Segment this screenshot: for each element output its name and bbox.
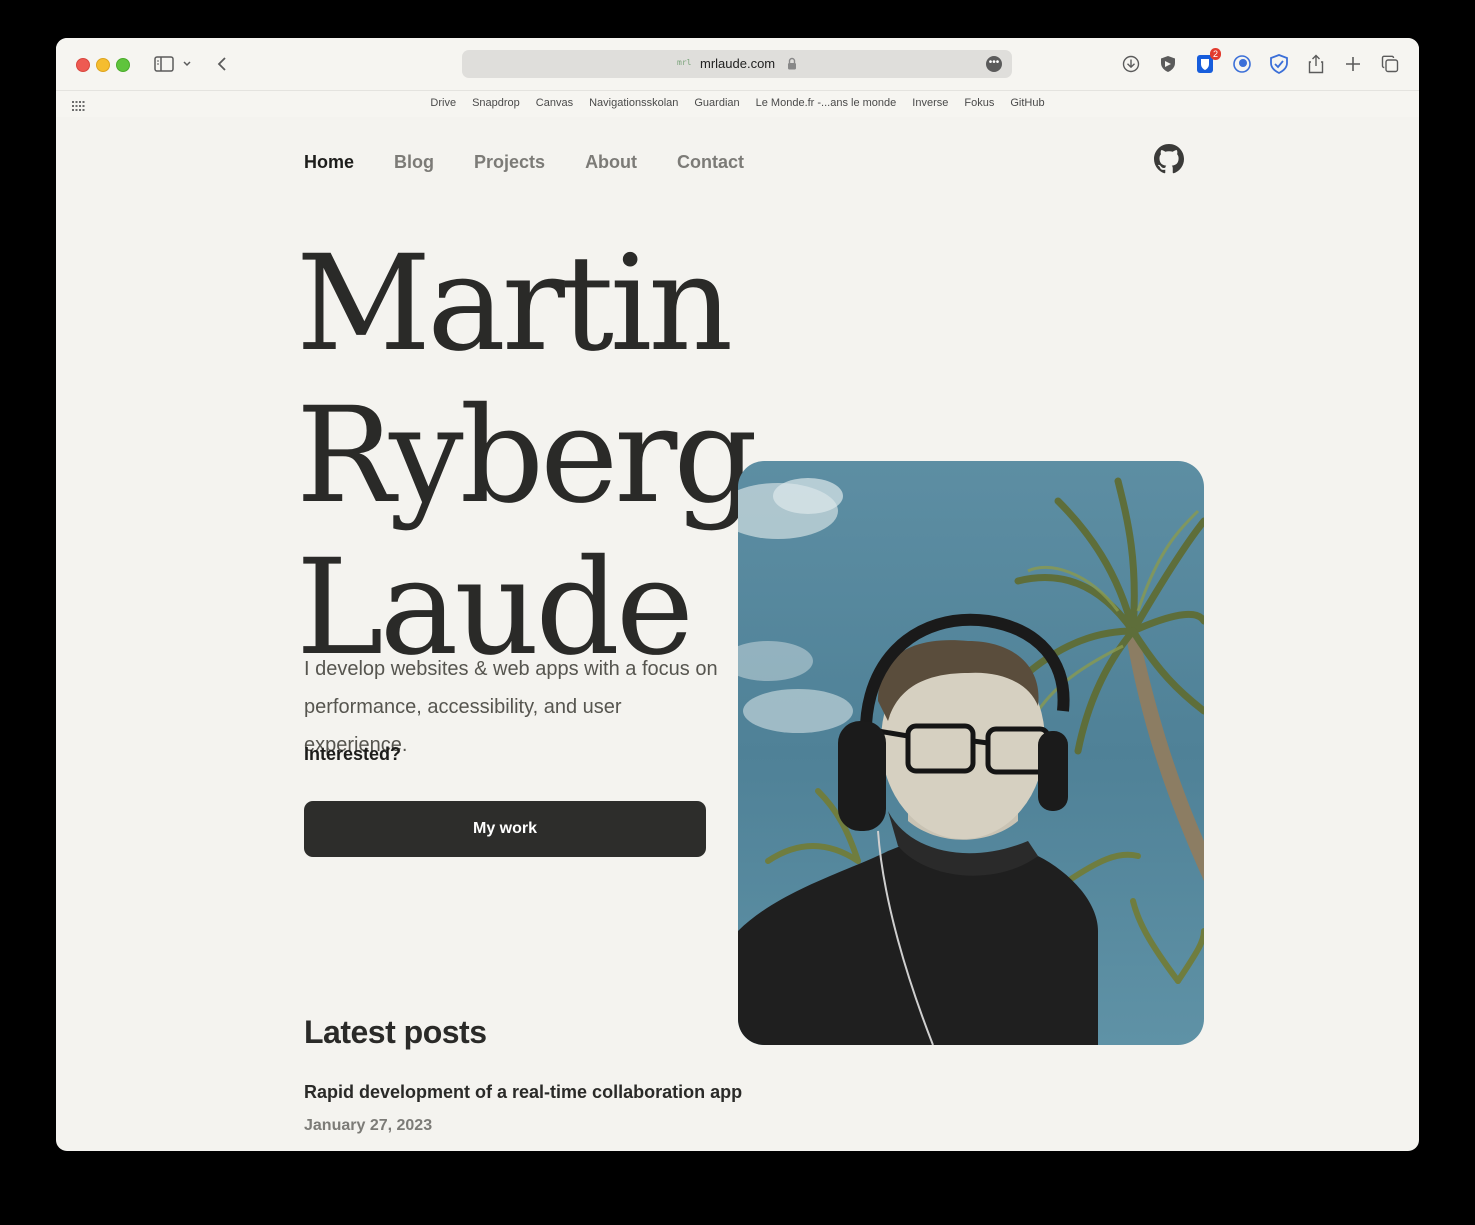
post-date: January 27, 2023 [304, 1117, 433, 1134]
nav-home[interactable]: Home [304, 152, 354, 173]
latest-posts-heading: Latest posts [304, 1014, 487, 1050]
browser-window: mrl mrlaude.com ••• 2 Drive Snapdrop Can… [56, 38, 1419, 1151]
bitwarden-extension-icon[interactable]: 2 [1193, 48, 1221, 76]
chevron-down-icon[interactable] [180, 52, 194, 76]
shield-extension-icon[interactable] [1156, 52, 1180, 76]
my-work-button[interactable]: My work [304, 801, 706, 857]
page-menu-icon[interactable]: ••• [986, 56, 1002, 72]
favorite-le-monde[interactable]: Le Monde.fr -...ans le monde [756, 97, 897, 109]
favorite-navigationsskolan[interactable]: Navigationsskolan [589, 97, 678, 109]
download-icon[interactable] [1119, 52, 1143, 76]
nav-about[interactable]: About [585, 152, 637, 173]
sidebar-toggle-icon[interactable] [152, 52, 176, 76]
extension-moon-icon[interactable] [1230, 52, 1254, 76]
share-icon[interactable] [1304, 52, 1328, 76]
tab-overview-icon[interactable] [1378, 52, 1402, 76]
cta-prompt: Interested? [304, 744, 402, 764]
favorite-github[interactable]: GitHub [1010, 97, 1044, 109]
favorite-drive[interactable]: Drive [430, 97, 456, 109]
favorite-fokus[interactable]: Fokus [964, 97, 994, 109]
site-nav: Home Blog Projects About Contact [304, 152, 744, 173]
new-tab-plus-icon[interactable] [1341, 52, 1365, 76]
favorite-inverse[interactable]: Inverse [912, 97, 948, 109]
zoom-window-button[interactable] [116, 58, 130, 72]
back-arrow-icon[interactable] [210, 52, 234, 76]
close-window-button[interactable] [76, 58, 90, 72]
minimize-window-button[interactable] [96, 58, 110, 72]
favorite-snapdrop[interactable]: Snapdrop [472, 97, 520, 109]
post-title-link[interactable]: Rapid development of a real-time collabo… [304, 1082, 742, 1103]
site-favicon: mrl [677, 58, 692, 67]
favorite-canvas[interactable]: Canvas [536, 97, 573, 109]
github-icon[interactable] [1154, 144, 1184, 174]
nav-blog[interactable]: Blog [394, 152, 434, 173]
favorite-guardian[interactable]: Guardian [694, 97, 739, 109]
favorites-bar: Drive Snapdrop Canvas Navigationsskolan … [56, 91, 1419, 117]
portrait-photo [738, 461, 1204, 1045]
lock-icon [787, 57, 797, 75]
nav-projects[interactable]: Projects [474, 152, 545, 173]
privacy-check-icon[interactable] [1267, 52, 1291, 76]
browser-toolbar: mrl mrlaude.com ••• 2 [56, 38, 1419, 91]
nav-contact[interactable]: Contact [677, 152, 744, 173]
url-text: mrlaude.com [700, 56, 776, 71]
notification-badge: 2 [1209, 48, 1221, 60]
address-bar[interactable]: mrl mrlaude.com ••• [462, 50, 1012, 78]
